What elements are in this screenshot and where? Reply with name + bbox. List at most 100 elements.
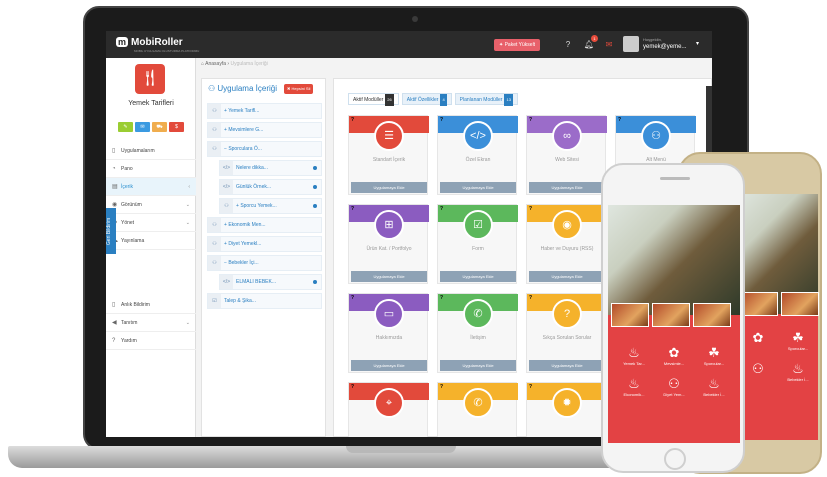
add-to-app-button[interactable]: Uygulamaya Ekle (351, 271, 427, 282)
app-icon[interactable]: 🍴︎ (135, 64, 165, 94)
chevron-down-icon[interactable]: ▾ (696, 40, 699, 47)
module-card[interactable]: ? ✆ İletişim Uygulamaya Ekle (437, 293, 518, 373)
sidebar-item-5[interactable]: ☁Yayınlama (106, 232, 196, 250)
module-card[interactable]: ? ⊞ Ürün Kat. / Portfolyo Uygulamaya Ekle (348, 204, 429, 284)
cart-icon[interactable]: ⛟ (152, 122, 167, 132)
info-icon[interactable]: ? (618, 117, 621, 123)
tree-node[interactable]: ☑ Talep & Şika... (207, 293, 322, 309)
user-email[interactable]: yemek@yeme... (643, 44, 686, 50)
mail-icon[interactable]: ✉ (135, 122, 150, 132)
module-card[interactable]: ? ⌖ (348, 382, 429, 437)
info-icon[interactable]: ? (529, 206, 532, 212)
sidebar-item-0[interactable]: ▯ Uygulamalarım (106, 142, 196, 160)
settings-icon[interactable] (313, 204, 317, 208)
menu-icon: ☘ (708, 345, 720, 360)
speaker (660, 177, 690, 180)
breadcrumb-home[interactable]: Anasayfa (205, 61, 226, 67)
sidebar-item-4[interactable]: ⚙Yönet⌄ (106, 214, 196, 232)
thumbnail[interactable] (693, 303, 731, 327)
module-card[interactable]: ? ✆ (437, 382, 518, 437)
wrench-icon[interactable]: ✎ (118, 122, 133, 132)
home-icon[interactable]: ⌂ (201, 61, 204, 67)
thumbnail[interactable] (781, 292, 819, 316)
tree-node[interactable]: ⚇ + Mevsimlere G... (207, 122, 322, 138)
tree-node-label: Bebekler İçi... (228, 260, 259, 266)
tab-count-badge: 26 (385, 94, 394, 106)
module-card[interactable]: ? </> Özel Ekran Uygulamaya Ekle (437, 115, 518, 195)
help-icon[interactable]: ? (561, 38, 575, 51)
tree-node[interactable]: </> ELMALI BEBEK... (219, 274, 322, 290)
add-to-app-button[interactable]: Uygulamaya Ekle (351, 360, 427, 371)
tree-node-label: Yemek Tarifl... (228, 108, 260, 114)
phone-grid-item[interactable]: ✿ Mevsimle... (654, 345, 694, 366)
info-icon[interactable]: ? (440, 117, 443, 123)
sitemap-icon: ⚇ (220, 199, 233, 213)
add-to-app-button[interactable]: Uygulamaya Ekle (440, 360, 516, 371)
sidebar-item-2[interactable]: ? Yardım (106, 332, 196, 350)
tab-1[interactable]: Aktif Özellikler 4 (401, 93, 452, 106)
add-to-app-button[interactable]: Uygulamaya Ekle (440, 182, 516, 193)
avatar[interactable] (623, 36, 639, 52)
tree-node[interactable]: ⚇ + Yemek Tarifl... (207, 103, 322, 119)
module-card[interactable]: ? ∞ Web Sitesi Uygulamaya Ekle (526, 115, 607, 195)
info-icon[interactable]: ? (529, 384, 532, 390)
sidebar-item-1[interactable]: ◔ Pano (106, 160, 196, 178)
phone-grid-item[interactable]: ♨ Yemek Tar... (614, 345, 654, 366)
sidebar-item-label: Pano (121, 166, 133, 172)
info-icon[interactable]: ? (351, 206, 354, 212)
add-to-app-button[interactable]: Uygulamaya Ekle (529, 271, 605, 282)
sidebar-item-3[interactable]: ◉ Görünüm ⌄ (106, 196, 196, 214)
tree-node[interactable]: ⚇ − Sporculara Ö... (207, 141, 322, 157)
info-icon[interactable]: ? (529, 295, 532, 301)
add-to-app-button[interactable]: Uygulamaya Ekle (440, 271, 516, 282)
add-to-app-button[interactable]: Uygulamaya Ekle (529, 360, 605, 371)
dollar-icon[interactable]: $ (169, 122, 184, 132)
tree-node[interactable]: ⚇ + Sporcu Yemek... (219, 198, 322, 214)
thumbnail[interactable] (652, 303, 690, 327)
info-icon[interactable]: ? (440, 206, 443, 212)
phone-grid-item[interactable]: ♨ Bebekler İ... (694, 376, 734, 397)
sidebar-item-1[interactable]: ◀ Tanıtım ⌄ (106, 314, 196, 332)
info-icon[interactable]: ? (440, 384, 443, 390)
sidebar-item-2[interactable]: ▤ İçerik ‹ (106, 178, 196, 196)
tree-node[interactable]: ⚇ − Bebekler İçi... (207, 255, 322, 271)
module-card[interactable]: ? ◉ Haber ve Duyuru (RSS) Uygulamaya Ekle (526, 204, 607, 284)
add-to-app-button[interactable]: Uygulamaya Ekle (529, 182, 605, 193)
upgrade-button[interactable]: ✦ Paket Yükselt (494, 39, 541, 51)
phone-grid-item[interactable]: ☘ Sporcular... (778, 330, 818, 351)
tree-node[interactable]: ⚇ + Ekonomik Men... (207, 217, 322, 233)
menu-icon: ♨ (708, 376, 720, 391)
info-icon[interactable]: ? (440, 295, 443, 301)
phone-grid-item[interactable]: ♨ Ekonomik... (614, 376, 654, 397)
info-icon[interactable]: ? (351, 117, 354, 123)
module-card[interactable]: ? ✹ (526, 382, 607, 437)
tree-node-label: Sporcu Yemek... (240, 203, 277, 209)
settings-icon[interactable] (313, 280, 317, 284)
info-icon[interactable]: ? (529, 117, 532, 123)
mail-icon[interactable]: ✉ (602, 38, 616, 51)
tab-2[interactable]: Planlanan Modüller 13 (454, 93, 518, 106)
tree-node[interactable]: </> Nelere dikka... (219, 160, 322, 176)
phone-grid-item[interactable]: ☘ Sporcular... (694, 345, 734, 366)
delete-all-button[interactable]: ✖ Hepsini Sil (284, 84, 314, 94)
brand-logo[interactable]: m MobiRoller (116, 37, 183, 48)
module-card[interactable]: ?? Sıkça Sorulan Sorular Uygulamaya Ekle (526, 293, 607, 373)
info-icon[interactable]: ? (351, 295, 354, 301)
settings-icon[interactable] (313, 166, 317, 170)
thumbnail[interactable] (611, 303, 649, 327)
phone-grid-item[interactable]: ♨ Bebekler İ... (778, 361, 818, 382)
thumbnail[interactable] (740, 292, 778, 316)
home-button[interactable] (664, 448, 686, 470)
module-card[interactable]: ? ▭ Hakkımızda Uygulamaya Ekle (348, 293, 429, 373)
tree-node[interactable]: </> Günlük Örnek... (219, 179, 322, 195)
module-card[interactable]: ? ☰ Standart İçerik Uygulamaya Ekle (348, 115, 429, 195)
feedback-tab[interactable]: Geri Bildirim (106, 208, 116, 254)
sidebar-item-0[interactable]: ▯ Anlık Bildirim (106, 296, 196, 314)
settings-icon[interactable] (313, 185, 317, 189)
tab-0[interactable]: Aktif Modüller 26 (348, 93, 399, 106)
add-to-app-button[interactable]: Uygulamaya Ekle (351, 182, 427, 193)
module-card[interactable]: ? ☑ Form Uygulamaya Ekle (437, 204, 518, 284)
phone-grid-item[interactable]: ⚇ Diyet Yem... (654, 376, 694, 397)
info-icon[interactable]: ? (351, 384, 354, 390)
tree-node[interactable]: ⚇ + Diyet Yemekl... (207, 236, 322, 252)
